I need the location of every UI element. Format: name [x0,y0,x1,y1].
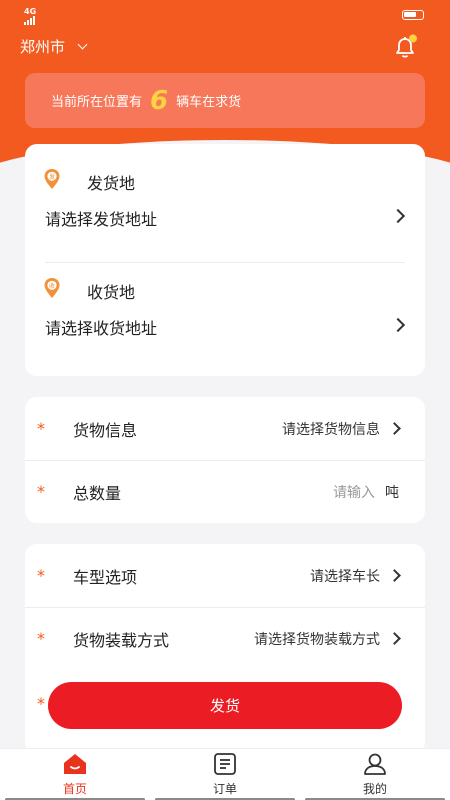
destination-section[interactable]: 收 收货地 请选择收货地址 [25,263,425,376]
required-mark: * [37,629,45,648]
chevron-right-icon [388,422,401,435]
quantity-unit: 吨 [385,484,399,501]
battery-icon [402,10,424,20]
quantity-row: * 总数量 请输入 吨 [25,460,425,523]
loading-method-label: 货物装载方式 [73,630,170,650]
loading-method-value: 请选择货物装载方式 [254,631,380,648]
origin-address-field: 请选择发货地址 [45,210,158,229]
destination-pin-text: 收 [49,282,55,290]
required-mark: * [37,566,45,585]
origin-section[interactable]: 发 发货地 请选择发货地址 [25,144,425,262]
quantity-input[interactable]: 请输入 [333,482,375,502]
cargo-info-row[interactable]: * 货物信息 请选择货物信息 [25,397,425,460]
required-mark: * [37,419,45,438]
tab-home[interactable]: 首页 [0,749,150,800]
chevron-right-icon [388,569,401,582]
home-icon [64,754,86,774]
banner-prefix: 当前所在位置有 [51,95,143,110]
loading-method-row[interactable]: * 货物装载方式 请选择货物装载方式 [25,607,425,670]
vehicle-type-label: 车型选项 [73,567,138,587]
signal-icon [24,16,35,25]
tab-profile[interactable]: 我的 [300,749,450,800]
status-bar: 4G [0,6,450,25]
cargo-info-label: 货物信息 [73,420,138,440]
tab-orders[interactable]: 订单 [150,749,300,800]
destination-address-field: 请选择收货地址 [45,319,158,338]
origin-pin-text: 发 [49,173,55,181]
chevron-right-icon [390,317,406,333]
submit-shipment-button[interactable]: 发货 [48,682,402,729]
notification-dot [409,34,417,43]
nearby-vehicles-banner: 当前所在位置有 6 辆车在求货 [25,73,425,128]
order-icon [214,753,236,775]
tab-home-label: 首页 [62,782,87,796]
tab-profile-label: 我的 [362,782,387,796]
tab-orders-label: 订单 [212,782,237,796]
chevron-down-icon [77,39,88,50]
user-icon [364,753,386,775]
vehicle-type-value: 请选择车长 [310,568,380,585]
banner-suffix: 辆车在求货 [176,95,242,110]
vehicle-type-row[interactable]: * 车型选项 请选择车长 [25,544,425,607]
chevron-right-icon [390,208,406,224]
city-label: 郑州市 [20,38,66,56]
required-mark: * [37,482,45,501]
destination-pin-icon: 收 [44,278,60,298]
origin-pin-icon: 发 [44,169,60,189]
cargo-info-value: 请选择货物信息 [282,421,380,438]
cargo-card: * 货物信息 请选择货物信息 * 总数量 请输入 吨 [25,397,425,523]
address-card: 发 发货地 请选择发货地址 收 收货地 请选择收货地址 [25,144,425,376]
required-mark: * [37,694,45,713]
chevron-right-icon [388,632,401,645]
origin-title: 发货地 [87,174,136,193]
destination-title: 收货地 [87,283,136,302]
quantity-label: 总数量 [73,483,122,503]
city-selector[interactable]: 郑州市 [20,36,88,57]
bottom-tab-bar: 首页 订单 我的 [0,748,450,800]
network-label: 4G [24,7,37,16]
vehicle-count: 6 [150,85,169,116]
bell-icon[interactable] [392,34,418,60]
